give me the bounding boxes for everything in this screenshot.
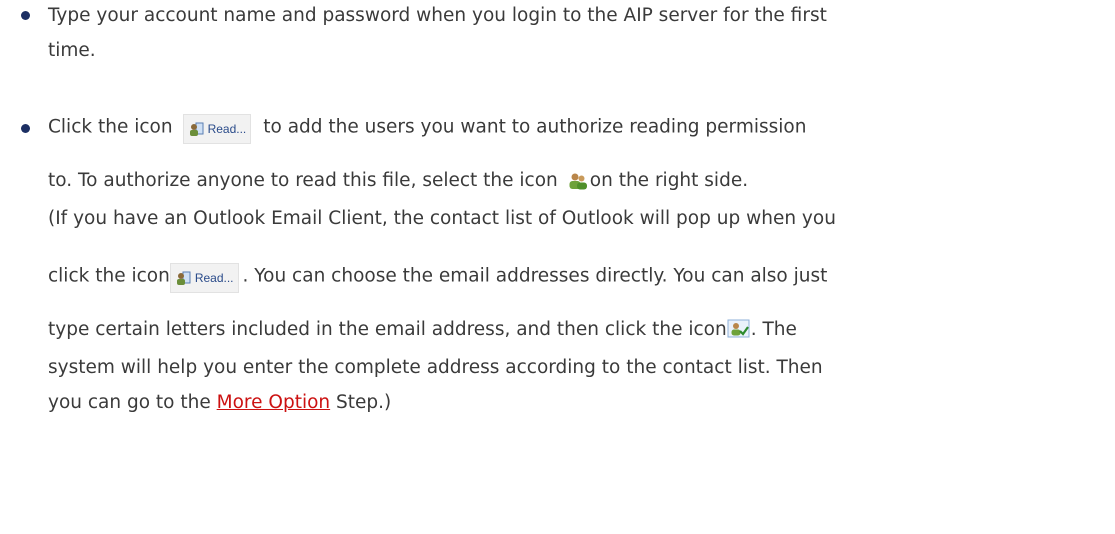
everyone-icon <box>569 173 587 190</box>
item-2-line-7: you can go to the More Option Step.) <box>48 391 391 415</box>
text-step: Step.) <box>336 392 392 413</box>
text-authorize-anyone: to. To authorize anyone to read this fil… <box>48 170 558 191</box>
text-the: . The <box>750 319 797 340</box>
text-go-to: you can go to the <box>48 392 211 413</box>
bullet-2 <box>21 124 30 133</box>
text-click-icon-2: click the icon <box>48 265 170 287</box>
read-label: Read... <box>207 122 247 136</box>
read-button-image-2: Read... <box>169 263 239 293</box>
item-2-line-3: (If you have an Outlook Email Client, th… <box>48 208 836 229</box>
read-users-icon <box>189 122 204 136</box>
read-label: Read... <box>194 271 234 285</box>
text-right-side: on the right side. <box>589 170 749 191</box>
more-option-link[interactable]: More Option <box>217 392 330 413</box>
item-2-line-5: type certain letters included in the ema… <box>48 318 797 342</box>
bullet-1 <box>21 11 30 20</box>
item-2-line-4: click the icon Read... . You can choose th… <box>48 263 827 293</box>
read-users-icon <box>176 271 191 285</box>
text-choose-addresses: . You can choose the email addresses dir… <box>242 265 828 287</box>
read-button-image: Read... <box>182 114 252 144</box>
item-1-line-2: time. <box>48 40 96 61</box>
text-add-users: to add the users you want to authorize r… <box>263 116 807 138</box>
text-type-letters: type certain letters included in the ema… <box>48 319 727 340</box>
item-2-line-1: Click the icon Read... to add the users yo… <box>48 114 806 144</box>
item-2-line-6: system will help you enter the complete … <box>48 357 823 378</box>
help-document: Type your account name and password when… <box>0 0 1115 534</box>
item-2-line-2: to. To authorize anyone to read this fil… <box>48 169 748 193</box>
item-1-line-1: Type your account name and password when… <box>48 5 827 26</box>
check-names-icon <box>727 319 750 338</box>
text-click-icon: Click the icon <box>48 116 173 138</box>
